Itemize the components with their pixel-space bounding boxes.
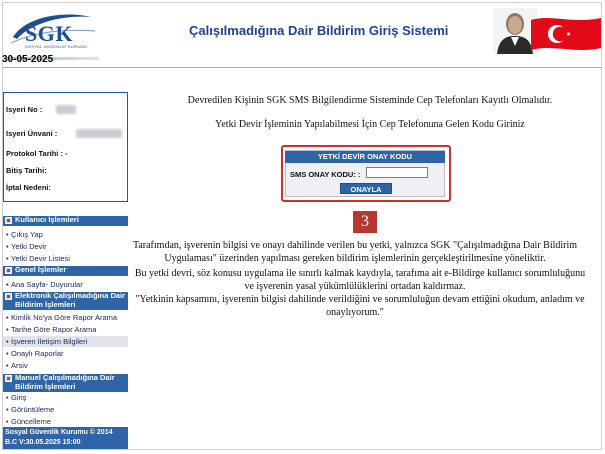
menu-header-label: Kullanıcı İşlemleri (15, 215, 79, 224)
menu-header-label: Manuel Çalışılmadığına Dair Bildirim İşl… (15, 373, 115, 391)
menu-item-onayli-raporlar[interactable]: Onaylı Raporlar (3, 348, 128, 359)
menu-item-kimlik-no-rapor[interactable]: Kimlik No'ya Göre Rapor Arama (3, 312, 128, 323)
logo-subtext: SOSYAL GÜVENLİK KURUMU (25, 44, 88, 49)
menu-item-cikis-yap[interactable]: Çıkış Yap (3, 229, 128, 240)
menu-item-yetki-devir-listesi[interactable]: Yetki Devir Listesi (3, 253, 128, 264)
sidebar-footer: Sosyal Güvenlik Kurumu © 2014 B.C V:30.0… (3, 427, 128, 449)
sms-code-label: SMS ONAY KODU: : (290, 170, 361, 179)
menu-header-label: Genel İşlemler (15, 265, 67, 274)
step-number-badge: 3 (353, 211, 377, 233)
declaration-para1-line2: Uygulaması" üzerinden yapılması gereken … (164, 253, 546, 264)
menu-item-tarihe-gore-rapor[interactable]: Tarihe Göre Rapor Arama (3, 324, 128, 335)
sgk-logo: SGK SOSYAL GÜVENLİK KURUMU (7, 11, 99, 60)
menu-header-kullanici: Kullanıcı İşlemleri (3, 215, 128, 226)
isyeri-unvani-redacted (76, 129, 122, 138)
section-icon (5, 375, 12, 382)
header-divider (3, 67, 601, 68)
menu-item-giris[interactable]: Giriş (3, 392, 128, 403)
isyeri-no-label: Isyeri No : (6, 105, 43, 114)
bitis-tarihi-label: Bitiş Tarihi: (6, 166, 47, 175)
iptal-nedeni-label: İptal Nedeni: (6, 183, 52, 192)
section-icon (5, 217, 12, 224)
declaration-para3-line1: "Yetkinin kapsamını, işverenin bilgisi d… (135, 294, 585, 305)
section-icon (5, 293, 12, 300)
menu-header-manuel: Manuel Çalışılmadığına Dair Bildirim İşl… (3, 373, 128, 392)
workplace-info-panel: Isyeri No : Isyeri Ünvani : Protokol Tar… (3, 92, 128, 202)
menu-item-guncelleme[interactable]: Güncelleme (3, 416, 128, 427)
protokol-tarihi-label: Protokol Tarihi : - (6, 149, 68, 158)
instruction-line-2: Yetki Devir İşleminin Yapılabilmesi İçin… (215, 119, 525, 130)
menu-item-isveren-iletisim[interactable]: İşveren İletişim Bilgileri (3, 336, 128, 347)
current-date: 30-05-2025 (2, 54, 54, 65)
menu-header-elektronik: Elektronik Çalışılmadığına Dair Bildirim… (3, 291, 128, 310)
isyeri-unvani-label: Isyeri Ünvani : (6, 129, 58, 138)
verification-title: YETKİ DEVİR ONAY KODU (285, 151, 445, 163)
app-title: Çalışılmadığına Dair Bildirim Giriş Sist… (189, 23, 449, 38)
isyeri-no-redacted (56, 105, 76, 114)
declaration-para1-line1: Tarafımdan, işverenin bilgisi ve onayı d… (132, 240, 578, 251)
declaration-para2-line2: ve işverenin yasal yükümlülüklerini orta… (244, 281, 466, 292)
declaration-para3-line2: onaylıyorum." (326, 307, 384, 318)
menu-item-arsiv[interactable]: Arsiv (3, 360, 128, 371)
menu-item-ana-sayfa[interactable]: Ana Sayfa- Duyurular (3, 279, 128, 290)
menu-header-label: Elektronik Çalışılmadığına Dair Bildirim… (15, 291, 126, 309)
sms-code-input[interactable] (366, 167, 428, 178)
instruction-line-1: Devredilen Kişinin SGK SMS Bilgilendirme… (187, 95, 553, 106)
turkish-flag-icon (531, 18, 601, 50)
menu-header-genel: Genel İşlemler (3, 265, 128, 276)
menu-item-yetki-devir[interactable]: Yetki Devir (3, 241, 128, 252)
menu-item-goruntuleme[interactable]: Görüntüleme (3, 404, 128, 415)
declaration-para2-line1: Bu yetki devri, söz konusu uygulama ile … (134, 268, 586, 279)
app-header: SGK SOSYAL GÜVENLİK KURUMU Çalışılmadığı… (3, 3, 601, 60)
section-icon (5, 267, 12, 274)
confirm-button[interactable]: ONAYLA (340, 183, 392, 194)
